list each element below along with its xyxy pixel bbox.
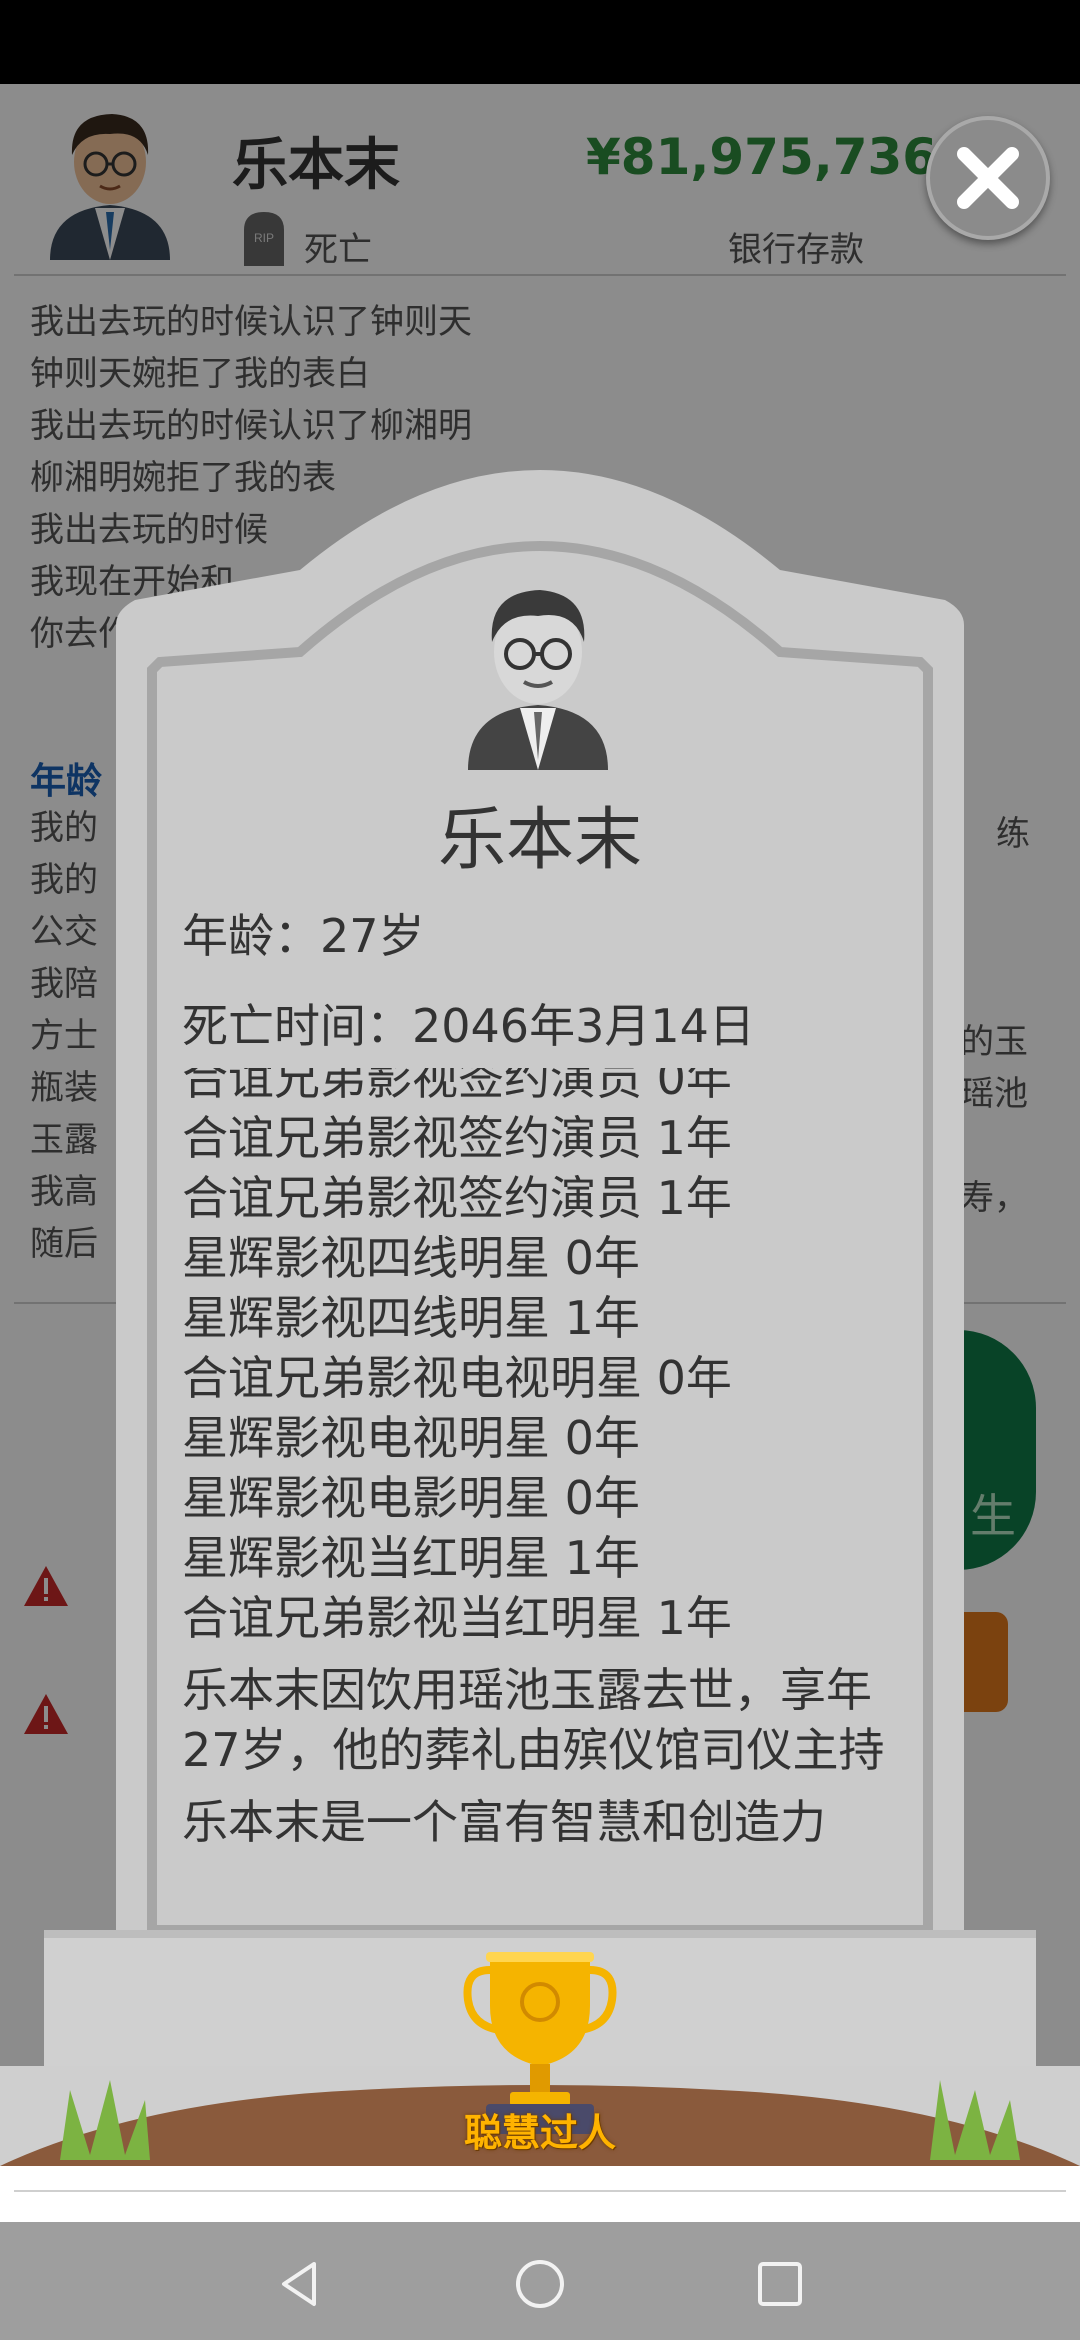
career-entry: 星辉影视电视明星 0年: [182, 1411, 640, 1465]
deceased-avatar: [468, 590, 608, 770]
career-entry: 合谊兄弟影视签约演员 1年: [182, 1111, 732, 1165]
home-icon[interactable]: [514, 2258, 566, 2310]
career-entry: 合谊兄弟影视签约演员 0年: [182, 1068, 732, 1105]
career-entry: 星辉影视电影明星 0年: [182, 1471, 640, 1525]
career-entry: 星辉影视四线明星 1年: [182, 1291, 640, 1345]
achievement-label: 聪慧过人: [463, 2111, 616, 2155]
status-bar: [0, 0, 1080, 84]
close-button[interactable]: [926, 116, 1050, 240]
epitaph: 乐本末因饮用瑶池玉露去世，享年27岁，他的葬礼由殡仪馆司仪主持: [182, 1663, 885, 1777]
career-entry: 合谊兄弟影视签约演员 1年: [182, 1171, 732, 1225]
life-summary-scroll[interactable]: 合谊兄弟影视签约演员 0年 合谊兄弟影视签约演员 1年 合谊兄弟影视签约演员 1…: [170, 1068, 910, 1896]
career-entry: 合谊兄弟影视当红明星 1年: [182, 1591, 732, 1645]
career-entry: 星辉影视四线明星 0年: [182, 1231, 640, 1285]
deceased-name: 乐本末: [437, 801, 642, 880]
recents-icon[interactable]: [754, 2258, 806, 2310]
career-entry: 合谊兄弟影视电视明星 0年: [182, 1351, 732, 1405]
career-entry: 星辉影视当红明星 1年: [182, 1531, 640, 1585]
back-icon[interactable]: [274, 2258, 326, 2310]
close-icon: [957, 147, 1019, 209]
death-time: 死亡时间：2046年3月14日: [182, 999, 755, 1053]
deceased-age: 年龄：27岁: [182, 909, 425, 963]
epitaph-continued: 乐本末是一个富有智慧和创造力: [182, 1795, 826, 1849]
